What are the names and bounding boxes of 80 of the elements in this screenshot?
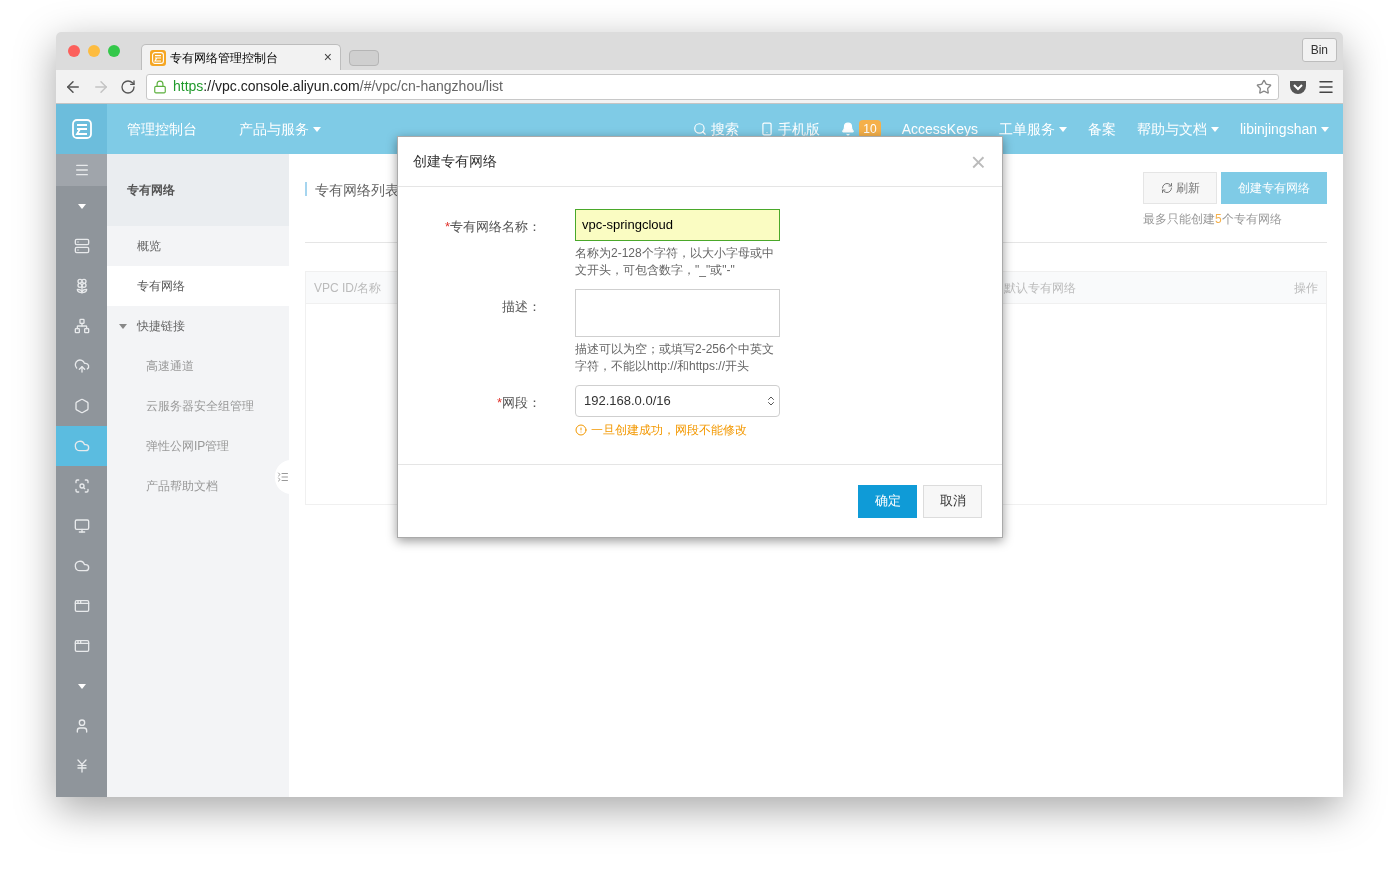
topbar-link[interactable]: 搜索 [693,118,740,140]
limit-note: 最多只能创建5个专有网络 [1143,211,1282,228]
column-header: 操作 [1294,279,1318,297]
server-icon [73,238,90,254]
name-input[interactable]: vpc-springcloud [575,209,780,241]
window-icon [73,598,90,614]
address-field[interactable]: https://vpc.console.aliyun.com/#/vpc/cn-hangzhou/list [146,73,1279,100]
lock-icon [153,79,167,94]
hexagon-icon [73,398,90,414]
page-title: 专有网络列表 [315,181,399,200]
logo-icon [71,119,92,139]
topbar-link[interactable]: AccessKeys [901,118,978,140]
bell-icon[interactable] [841,122,856,136]
column-header: VPC ID/名称 [314,279,383,297]
section-toggle[interactable]: 快捷链接 [107,306,289,346]
collapse-icon [277,471,289,483]
topbar-link[interactable]: 帮助与文档 [1136,118,1219,140]
sidebar-title: 专有网络 [127,182,175,199]
pocket-icon[interactable] [1289,78,1307,95]
topbar-link[interactable]: libinjingshan [1239,118,1329,140]
field-label: *网段： [496,394,541,412]
field-label: *专有网络名称： [444,218,541,236]
cloud-icon [73,558,90,574]
column-header: 默认专有网络 [1004,279,1077,297]
create-vpc-button[interactable]: 创建专有网络 [1221,172,1327,204]
caret-icon [77,683,86,689]
nav-rail-item[interactable] [56,426,107,466]
collapse-handle[interactable] [275,460,291,494]
topbar-link[interactable]: 工单服务 [998,118,1067,140]
caret-icon [1321,126,1329,132]
field-hint: 名称为2-128个字符，以大小字母或中文开头，可包含数字，"_"或"-" [575,245,775,279]
sidebar-link[interactable]: 云服务器安全组管理 [107,386,273,426]
select-arrows-icon [765,395,777,407]
console-brand[interactable]: 管理控制台 [127,118,197,140]
maximize-window-icon[interactable] [108,45,120,57]
sidebar-link[interactable]: 弹性公网IP管理 [107,426,273,466]
warning-icon [575,424,587,436]
monitor-icon [73,518,90,534]
dialog-title: 创建专有网络 [413,152,497,171]
sidebar-link[interactable]: 产品帮助文档 [107,466,273,506]
refresh-icon [1160,182,1173,194]
network-icon [73,318,90,334]
logo-icon [152,51,164,64]
title-accent [305,182,307,196]
confirm-button[interactable]: 确定 [858,484,917,518]
tab-close-button[interactable]: × [323,47,332,68]
profile-button[interactable]: Bin [1301,38,1337,62]
caret-icon [313,126,321,132]
bookmark-icon[interactable] [1256,78,1272,95]
field-label: 描述： [502,298,541,316]
url-text: https://vpc.console.aliyun.com/#/vpc/cn-hangzhou/list [173,77,504,96]
dialog-close-button[interactable]: × [970,148,986,175]
topbar-link[interactable]: 手机版 [760,118,821,140]
sidebar-link[interactable]: 高速通道 [107,346,273,386]
refresh-button[interactable]: 刷新 [1143,172,1217,204]
field-warning: 一旦创建成功，网段不能修改 [591,422,747,439]
topbar-link[interactable]: 备案 [1087,118,1116,140]
cancel-button[interactable]: 取消 [923,484,982,518]
cidr-select[interactable]: 192.168.0.0/16 [575,385,780,417]
sidebar-item[interactable]: 专有网络 [107,266,289,306]
scan-search-icon [73,478,90,494]
caret-icon [1058,126,1067,132]
description-textarea[interactable] [575,289,780,337]
caret-icon [1210,126,1219,132]
menu-icon [73,162,90,178]
new-tab-button[interactable] [349,50,379,66]
window-icon [73,638,90,654]
nav-rail-item[interactable] [56,154,107,186]
sidebar-item[interactable]: 概览 [107,226,289,266]
browser-tab[interactable]: 专有网络管理控制台 × [141,44,341,70]
tab-title: 专有网络管理控制台 [170,49,279,67]
cloud-upload-icon [73,358,90,374]
reload-icon[interactable] [120,78,136,95]
caret-icon [77,203,86,209]
caret-icon [119,323,127,329]
products-menu[interactable]: 产品与服务 [239,118,321,140]
cloud-icon [73,438,90,454]
minimize-window-icon[interactable] [88,45,100,57]
close-window-icon[interactable] [68,45,80,57]
field-hint: 描述可以为空；或填写2-256个中英文字符，不能以http://和https://开头 [575,341,775,375]
